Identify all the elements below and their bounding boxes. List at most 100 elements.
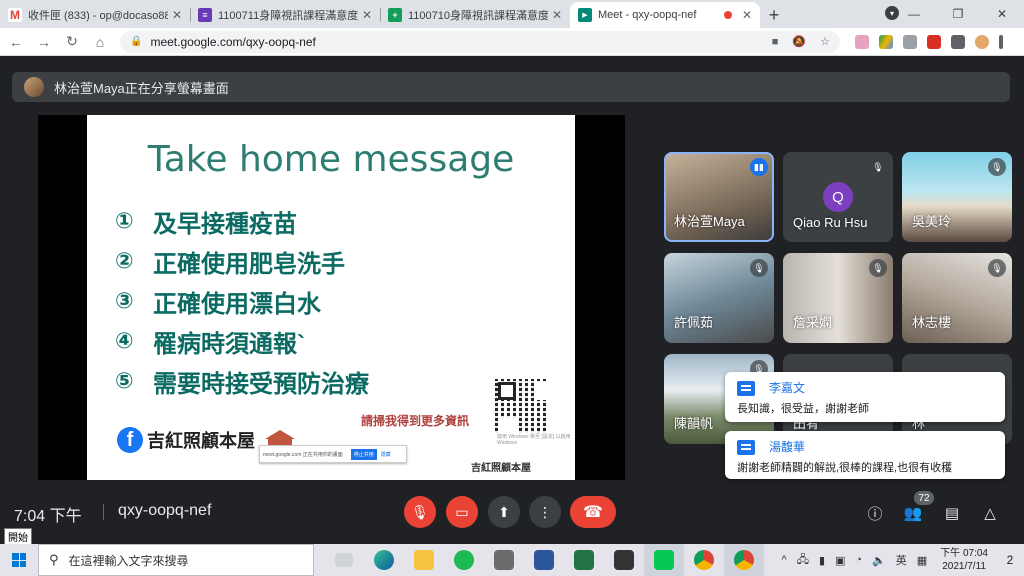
- calculator-icon[interactable]: [484, 544, 524, 576]
- recording-icon: [723, 11, 732, 19]
- tab-meet[interactable]: ▶ Meet - qxy-oopq-nef ✕: [570, 2, 760, 28]
- taskbar-clock[interactable]: 下午 07:04 2021/7/11: [940, 547, 988, 573]
- close-icon[interactable]: ✕: [362, 8, 372, 22]
- mic-toggle-button[interactable]: 🎙: [404, 496, 436, 528]
- bookmark-star-icon[interactable]: ☆: [820, 35, 830, 48]
- present-button[interactable]: ⬆: [488, 496, 520, 528]
- popup-text: meet.google.com 正在共用你的畫面: [263, 451, 343, 458]
- task-view-icon[interactable]: [324, 544, 364, 576]
- mic-off-icon: 🎙: [411, 503, 429, 520]
- tab-form-0711[interactable]: ≡ 1100711身障視訊課程滿意度調... ✕: [190, 2, 380, 28]
- participant-name: 林志樓: [912, 315, 952, 330]
- gmail-icon: M: [8, 8, 22, 22]
- meeting-details-icon[interactable]: ⓘ: [864, 502, 886, 524]
- forms-icon: ≡: [198, 8, 212, 22]
- close-icon[interactable]: ✕: [172, 8, 182, 22]
- extensions-area: [850, 34, 1008, 49]
- tab-title: Meet - qxy-oopq-nef: [598, 9, 697, 21]
- participant-tile[interactable]: 🎙 詹采嫻: [783, 253, 893, 343]
- chat-sender: 李嘉文: [769, 381, 806, 395]
- excel-icon[interactable]: [564, 544, 604, 576]
- start-tooltip: 開始: [4, 528, 32, 545]
- drive-icon[interactable]: [879, 34, 893, 49]
- extension-icon[interactable]: [855, 34, 869, 49]
- reload-icon[interactable]: ↻: [60, 30, 84, 54]
- restore-button[interactable]: ❐: [936, 0, 980, 28]
- profile-avatar[interactable]: [975, 34, 989, 49]
- notification-center-button[interactable]: 2: [996, 544, 1024, 576]
- menu-icon[interactable]: [999, 34, 1003, 49]
- window-close-button[interactable]: ✕: [980, 0, 1024, 28]
- word-icon[interactable]: [524, 544, 564, 576]
- battery-icon[interactable]: ▮: [819, 554, 825, 567]
- participant-tile[interactable]: 🎙 許佩茹: [664, 253, 774, 343]
- brand-name: 吉紅照顧本屋: [147, 431, 255, 451]
- ime-icon[interactable]: ▦: [917, 554, 927, 567]
- edge-icon[interactable]: [364, 544, 404, 576]
- chat-notification[interactable]: 李嘉文 長知識，很受益，謝謝老師: [725, 372, 1005, 422]
- close-icon[interactable]: ✕: [742, 8, 752, 22]
- mic-off-icon: 🎙: [869, 158, 887, 176]
- participant-tile[interactable]: ▮▮ 林治萱Maya: [664, 152, 774, 242]
- tab-sheet-0710[interactable]: + 1100710身障視訊課程滿意度調... ✕: [380, 2, 570, 28]
- meeting-time: 7:04 下午: [14, 508, 82, 525]
- language-icon[interactable]: 英: [896, 552, 907, 568]
- present-screen-icon: ⬆: [498, 503, 510, 520]
- display-icon[interactable]: ▣: [835, 554, 845, 567]
- forward-icon[interactable]: →: [32, 30, 56, 54]
- minimize-button[interactable]: —: [892, 0, 936, 28]
- wifi-icon[interactable]: ◔: [855, 554, 862, 566]
- chat-icon[interactable]: ▤: [941, 502, 963, 524]
- search-icon: ⚲: [49, 552, 59, 567]
- activities-icon[interactable]: △: [979, 502, 1001, 524]
- tab-title: 1100710身障視訊課程滿意度調...: [408, 10, 548, 22]
- system-tray: ^ 🖧 ▮ ▣ ◔ 🔈 英 ▦ 下午 07:04 2021/7/11 2: [777, 544, 1024, 576]
- network-icon[interactable]: 🖧: [797, 551, 809, 570]
- facebook-icon: f: [117, 427, 143, 453]
- lock-icon[interactable]: 🔒: [130, 36, 142, 47]
- speaking-icon: ▮▮: [750, 158, 768, 176]
- address-bar[interactable]: 🔒 meet.google.com/qxy-oopq-nef ■ 🔕 ☆: [120, 30, 840, 53]
- home-icon[interactable]: ⌂: [88, 30, 112, 54]
- more-options-button[interactable]: ⋮: [529, 496, 561, 528]
- participant-tile[interactable]: 🎙 吳美玲: [902, 152, 1012, 242]
- mic-off-icon: 🎙: [750, 259, 768, 277]
- participant-tile[interactable]: 🎙 林志樓: [902, 253, 1012, 343]
- chevron-up-icon[interactable]: ^: [782, 554, 787, 566]
- close-icon[interactable]: ✕: [552, 8, 562, 22]
- puzzle-icon[interactable]: [951, 34, 965, 49]
- chrome-icon[interactable]: [684, 544, 724, 576]
- extension-icon[interactable]: [927, 34, 941, 49]
- participant-name: 許佩茹: [674, 315, 714, 330]
- windows-icon: [12, 553, 26, 567]
- mic-off-icon: 🎙: [869, 259, 887, 277]
- start-button[interactable]: [0, 544, 38, 576]
- back-icon[interactable]: ←: [4, 30, 28, 54]
- new-tab-button[interactable]: +: [760, 2, 788, 28]
- sticky-notes-icon[interactable]: [604, 544, 644, 576]
- notifications-blocked-icon[interactable]: 🔕: [792, 35, 806, 48]
- extension-icon[interactable]: [903, 34, 917, 49]
- item-number: ⑤: [115, 368, 134, 393]
- taskbar-search[interactable]: ⚲ 在這裡輸入文字來搜尋: [38, 544, 314, 576]
- tab-gmail[interactable]: M 收件匣 (833) - op@docaso885... ✕: [0, 2, 190, 28]
- people-icon[interactable]: 👥: [902, 502, 924, 524]
- participant-tile[interactable]: 🎙 Q Qiao Ru Hsu: [783, 152, 893, 242]
- file-explorer-icon[interactable]: [404, 544, 444, 576]
- spotify-icon[interactable]: [444, 544, 484, 576]
- camera-toggle-button[interactable]: ▭: [446, 496, 478, 528]
- list-item: ④ 罹病時須通報`: [115, 321, 369, 361]
- item-text: 正確使用漂白水: [153, 290, 321, 318]
- chat-notification[interactable]: 湯馥華 謝謝老師精闢的解說,很棒的課程,也很有收穫: [725, 431, 1005, 479]
- line-icon[interactable]: [644, 544, 684, 576]
- volume-icon[interactable]: 🔈: [872, 554, 886, 567]
- camera-icon[interactable]: ■: [772, 36, 779, 48]
- chrome-icon[interactable]: [724, 544, 764, 576]
- mic-off-icon: 🎙: [988, 158, 1006, 176]
- presentation-view[interactable]: Take home message ① 及早接種疫苗 ② 正確使用肥皂洗手 ③ 正確使…: [38, 115, 625, 480]
- sheets-icon: +: [388, 8, 402, 22]
- slide-title: Take home message: [147, 139, 515, 180]
- participant-count-badge: 72: [914, 491, 934, 505]
- taskbar-time: 下午 07:04: [940, 548, 988, 559]
- leave-call-button[interactable]: ☎: [570, 496, 616, 528]
